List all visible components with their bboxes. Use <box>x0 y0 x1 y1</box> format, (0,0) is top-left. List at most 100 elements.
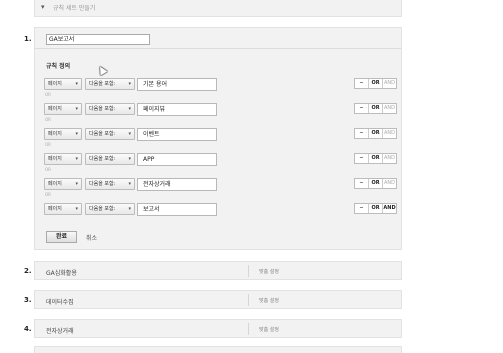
or-separator: OR <box>45 92 51 97</box>
operator-dropdown[interactable]: 다음을 포함: ▾ <box>85 203 135 215</box>
or-button[interactable]: OR <box>368 179 382 188</box>
rule-row: 페이지 ▾ 다음을 포함: ▾ 기본 용어 − OR AND <box>44 78 400 91</box>
remove-rule-button[interactable]: − <box>355 129 368 138</box>
dimension-value: 페이지 <box>48 206 62 212</box>
and-button[interactable]: AND <box>382 104 396 113</box>
custom-setting-label[interactable]: 맞춤 설정 <box>259 297 279 304</box>
operator-dropdown[interactable]: 다음을 포함: ▾ <box>85 153 135 165</box>
rule-section-3[interactable]: 데이터수집 맞춤 설정 <box>34 290 402 309</box>
rule-set-label: 규칙 세트 만들기 <box>53 5 96 12</box>
rule-value-input[interactable]: 전자상거래 <box>137 178 217 191</box>
custom-setting-label[interactable]: 맞춤 설정 <box>259 268 279 275</box>
chevron-down-icon: ▾ <box>75 156 78 162</box>
operator-value: 다음을 포함: <box>89 206 116 212</box>
chevron-down-icon: ▾ <box>128 81 131 87</box>
section-number-2: 2. <box>24 267 32 275</box>
or-separator: OR <box>45 167 51 172</box>
or-separator: OR <box>45 117 51 122</box>
next-section-stub <box>34 346 402 353</box>
dimension-value: 페이지 <box>48 131 62 137</box>
dimension-dropdown[interactable]: 페이지 ▾ <box>44 78 82 90</box>
operator-dropdown[interactable]: 다음을 포함: ▾ <box>85 178 135 190</box>
chevron-down-icon: ▾ <box>128 131 131 137</box>
chevron-down-icon: ▾ <box>75 106 78 112</box>
chevron-down-icon: ▾ <box>75 81 78 87</box>
remove-rule-button[interactable]: − <box>355 179 368 188</box>
operator-dropdown[interactable]: 다음을 포함: ▾ <box>85 128 135 140</box>
section-title[interactable]: GA심화활용 <box>46 268 77 277</box>
logic-button-group: − OR AND <box>354 203 397 214</box>
and-button[interactable]: AND <box>382 179 396 188</box>
and-button[interactable]: AND <box>382 204 396 213</box>
operator-dropdown[interactable]: 다음을 포함: ▾ <box>85 103 135 115</box>
or-button[interactable]: OR <box>368 104 382 113</box>
section-title[interactable]: 전자상거래 <box>46 326 74 335</box>
chevron-down-icon: ▾ <box>128 156 131 162</box>
rules-definition-title: 규칙 정의 <box>46 63 71 70</box>
dimension-value: 페이지 <box>48 181 62 187</box>
custom-setting-label[interactable]: 맞춤 설정 <box>259 326 279 333</box>
operator-dropdown[interactable]: 다음을 포함: ▾ <box>85 78 135 90</box>
dimension-value: 페이지 <box>48 106 62 112</box>
remove-rule-button[interactable]: − <box>355 204 368 213</box>
chevron-down-icon: ▾ <box>75 206 78 212</box>
remove-rule-button[interactable]: − <box>355 104 368 113</box>
rule-section-1: GA보고서 규칙 정의 페이지 ▾ 다음을 포함: ▾ 기본 용어 − OR AND OR 페이지… <box>34 27 402 250</box>
rule-value-input[interactable]: 기본 용어 <box>137 78 217 91</box>
dimension-value: 페이지 <box>48 81 62 87</box>
logic-button-group: − OR AND <box>354 78 397 89</box>
chevron-down-icon: ▾ <box>75 181 78 187</box>
rule-value-input[interactable]: 페이지뷰 <box>137 103 217 116</box>
rule-row: 페이지 ▾ 다음을 포함: ▾ 전자상거래 − OR AND <box>44 178 400 191</box>
or-button[interactable]: OR <box>368 79 382 88</box>
or-button[interactable]: OR <box>368 154 382 163</box>
logic-button-group: − OR AND <box>354 103 397 114</box>
operator-value: 다음을 포함: <box>89 106 116 112</box>
chevron-down-icon: ▾ <box>75 131 78 137</box>
or-separator: OR <box>45 142 51 147</box>
or-button[interactable]: OR <box>368 204 382 213</box>
collapse-arrow-icon[interactable]: ▾ <box>41 3 45 11</box>
and-button[interactable]: AND <box>382 129 396 138</box>
or-separator: OR <box>45 192 51 197</box>
logic-button-group: − OR AND <box>354 178 397 189</box>
dimension-dropdown[interactable]: 페이지 ▾ <box>44 178 82 190</box>
rule-row: 페이지 ▾ 다음을 포함: ▾ 페이지뷰 − OR AND <box>44 103 400 116</box>
section-number-1: 1. <box>24 35 32 43</box>
section-number-4: 4. <box>24 325 32 333</box>
remove-rule-button[interactable]: − <box>355 79 368 88</box>
chevron-down-icon: ▾ <box>128 206 131 212</box>
rule-row: 페이지 ▾ 다음을 포함: ▾ 이벤트 − OR AND <box>44 128 400 141</box>
and-button[interactable]: AND <box>382 79 396 88</box>
rule-value-input[interactable]: 보고서 <box>137 203 217 216</box>
divider <box>35 48 401 49</box>
chevron-down-icon: ▾ <box>128 181 131 187</box>
dimension-dropdown[interactable]: 페이지 ▾ <box>44 128 82 140</box>
done-button[interactable]: 완료 <box>46 231 77 243</box>
rule-value-input[interactable]: 이벤트 <box>137 128 217 141</box>
divider <box>248 294 249 306</box>
operator-value: 다음을 포함: <box>89 81 116 87</box>
divider <box>248 265 249 277</box>
rule-section-4[interactable]: 전자상거래 맞춤 설정 <box>34 319 402 338</box>
operator-value: 다음을 포함: <box>89 156 116 162</box>
or-button[interactable]: OR <box>368 129 382 138</box>
dimension-value: 페이지 <box>48 156 62 162</box>
section-title[interactable]: 데이터수집 <box>46 297 74 306</box>
group-name-input[interactable]: GA보고서 <box>46 34 150 45</box>
rule-row: 페이지 ▾ 다음을 포함: ▾ APP − OR AND <box>44 153 400 166</box>
rule-set-header[interactable]: ▾ 규칙 세트 만들기 <box>34 0 402 17</box>
operator-value: 다음을 포함: <box>89 181 116 187</box>
remove-rule-button[interactable]: − <box>355 154 368 163</box>
dimension-dropdown[interactable]: 페이지 ▾ <box>44 203 82 215</box>
rule-value-input[interactable]: APP <box>137 153 217 166</box>
dimension-dropdown[interactable]: 페이지 ▾ <box>44 153 82 165</box>
logic-button-group: − OR AND <box>354 128 397 139</box>
cancel-link[interactable]: 취소 <box>86 233 97 242</box>
rule-row: 페이지 ▾ 다음을 포함: ▾ 보고서 − OR AND <box>44 203 400 216</box>
and-button[interactable]: AND <box>382 154 396 163</box>
dimension-dropdown[interactable]: 페이지 ▾ <box>44 103 82 115</box>
rule-section-2[interactable]: GA심화활용 맞춤 설정 <box>34 261 402 280</box>
logic-button-group: − OR AND <box>354 153 397 164</box>
operator-value: 다음을 포함: <box>89 131 116 137</box>
